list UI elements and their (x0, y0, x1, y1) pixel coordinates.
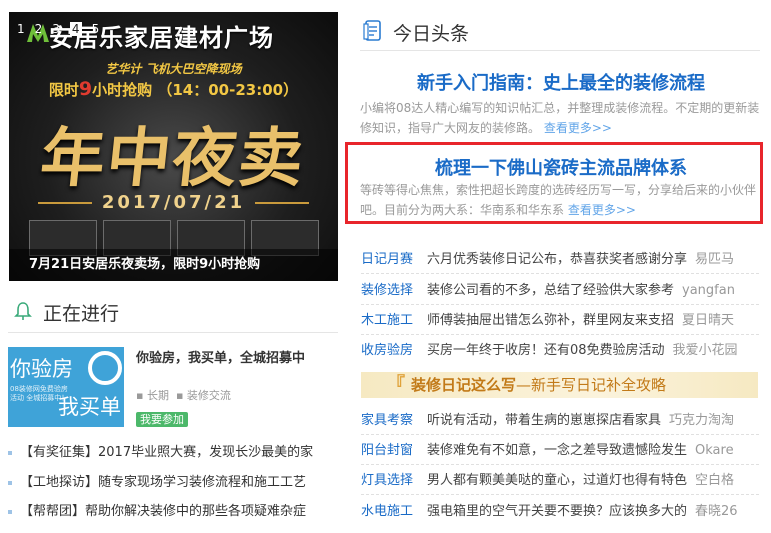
diary-row[interactable]: 水电施工 强电箱里的空气开关要不要换？应该换多大的 春晓26 (361, 501, 761, 523)
diary-category[interactable]: 日记月赛 (361, 249, 427, 271)
diary-category[interactable]: 家具考察 (361, 410, 427, 432)
event-thumbnail[interactable]: 你验房 08装修网免费验房活动 全城招募中！ 我买单 (8, 347, 124, 427)
slide-indicators[interactable]: 1 2 3 4 5 (17, 22, 99, 36)
headline-1-more-link[interactable]: 查看更多>> (544, 121, 612, 135)
list-item[interactable]: 【工地探访】随专家现场学习装修流程和施工工艺 (8, 473, 343, 493)
divider (361, 334, 759, 335)
event-title[interactable]: 你验房，我买单，全城招募中 (136, 347, 305, 366)
section-title-ongoing: 正在进行 (43, 303, 120, 325)
slide-dot[interactable]: 1 (17, 22, 25, 36)
diary-text[interactable]: 装修公司看的不多，总结了经验供大家参考 (427, 280, 674, 302)
divider (360, 50, 760, 51)
banner-caption[interactable]: 7月21日安居乐夜卖场，限时9小时抢购 (9, 249, 338, 281)
slide-dot[interactable]: 2 (35, 22, 43, 36)
diary-author[interactable]: 春晓26 (695, 501, 738, 523)
bell-icon (14, 302, 32, 320)
divider (361, 494, 759, 495)
diary-author[interactable]: Okare (695, 440, 734, 462)
headline-2-more-link[interactable]: 查看更多>> (568, 203, 636, 217)
diary-text[interactable]: 师傅装抽屉出错怎么弥补，群里网友来支招 (427, 310, 674, 332)
banner-time: 限时9小时抢购 （14：00-23:00） (48, 78, 299, 100)
diary-row[interactable]: 阳台封窗 装修难免有不如意，一念之差导致遗憾险发生 Okare (361, 440, 761, 462)
diary-category[interactable]: 装修选择 (361, 280, 427, 302)
diary-text[interactable]: 男人都有颗美美哒的童心，过道灯也得有特色 (427, 470, 687, 492)
section-title-headlines: 今日头条 (393, 23, 470, 45)
diary-category[interactable]: 木工施工 (361, 310, 427, 332)
hero-banner[interactable]: 安居乐家居建材广场 1 2 3 4 5 艺华计 飞机大巴空降现场 限时9小时抢购… (9, 12, 338, 281)
diary-row[interactable]: 家具考察 听说有活动，带着生病的崽崽探店看家具 巧克力淘淘 (361, 410, 761, 432)
news-icon (363, 20, 381, 41)
diary-author[interactable]: 夏日晴天 (682, 310, 734, 332)
diary-text[interactable]: 听说有活动，带着生病的崽崽探店看家具 (427, 410, 661, 432)
diary-author[interactable]: 易匹马 (695, 249, 734, 271)
list-item[interactable]: 【帮帮团】帮助你解决装修中的那些各项疑难杂症 (8, 502, 343, 522)
diary-author[interactable]: yangfan (682, 280, 735, 302)
diary-text[interactable]: 装修难免有不如意，一念之差导致遗憾险发生 (427, 440, 687, 462)
divider (361, 273, 759, 274)
diary-text[interactable]: 六月优秀装修日记公布，恭喜获奖者感谢分享 (427, 249, 687, 271)
divider (361, 304, 759, 305)
diary-category[interactable]: 灯具选择 (361, 470, 427, 492)
diary-row[interactable]: 装修选择 装修公司看的不多，总结了经验供大家参考 yangfan (361, 280, 761, 302)
diary-author[interactable]: 空白格 (695, 470, 734, 492)
divider (361, 434, 759, 435)
divider (361, 464, 759, 465)
diary-category[interactable]: 阳台封窗 (361, 440, 427, 462)
banner-date: 2017/07/21 (9, 192, 338, 213)
headline-2-title[interactable]: 梳理一下佛山瓷砖主流品牌体系 (360, 154, 762, 180)
headline-1-desc: 小编将08达人精心编写的知识帖汇总，并整理成装修流程。不定期的更新装修知识，指导… (360, 101, 760, 135)
diary-author[interactable]: 巧克力淘淘 (669, 410, 734, 432)
diary-author[interactable]: 我爱小花园 (673, 340, 738, 362)
promo-banner[interactable]: 『装修日记这么写—新手写日记补全攻略 (361, 372, 758, 398)
divider (8, 332, 338, 333)
diary-category[interactable]: 收房验房 (361, 340, 427, 362)
banner-subline: 艺华计 飞机大巴空降现场 (105, 62, 242, 76)
diary-text[interactable]: 强电箱里的空气开关要不要换？应该换多大的 (427, 501, 687, 523)
headline-2-desc: 等砖等得心焦焦，索性把超长跨度的选砖经历写一写，分享给后来的小伙伴吧。目前分为两… (360, 183, 757, 217)
slide-dot[interactable]: 5 (92, 22, 100, 36)
diary-category[interactable]: 水电施工 (361, 501, 427, 523)
list-item[interactable]: 【有奖征集】2017毕业照大赛，发现长沙最美的家 (8, 443, 343, 463)
diary-row[interactable]: 灯具选择 男人都有颗美美哒的童心，过道灯也得有特色 空白格 (361, 470, 761, 492)
diary-row[interactable]: 木工施工 师傅装抽屉出错怎么弥补，群里网友来支招 夏日晴天 (361, 310, 761, 332)
event-meta: ▪ 长期 ▪ 装修交流 (136, 389, 231, 402)
join-button[interactable]: 我要参加 (136, 408, 188, 427)
diary-row[interactable]: 日记月赛 六月优秀装修日记公布，恭喜获奖者感谢分享 易匹马 (361, 249, 761, 271)
magnifier-icon (88, 351, 122, 385)
slide-dot-active[interactable]: 4 (69, 22, 82, 36)
banner-headline: 年中夜卖 (36, 121, 309, 196)
diary-text[interactable]: 买房一年终于收房！还有08免费验房活动 (427, 340, 665, 362)
diary-row[interactable]: 收房验房 买房一年终于收房！还有08免费验房活动 我爱小花园 (361, 340, 761, 362)
slide-dot[interactable]: 3 (52, 22, 60, 36)
headline-1-title[interactable]: 新手入门指南：史上最全的装修流程 (360, 69, 762, 95)
